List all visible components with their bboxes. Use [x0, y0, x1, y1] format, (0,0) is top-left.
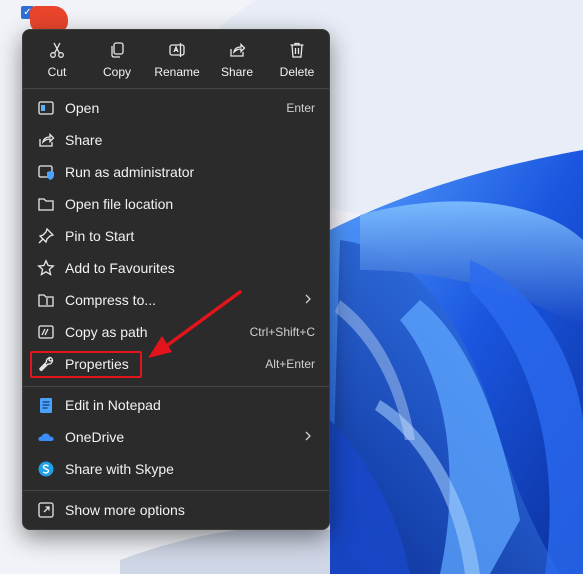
rename-button[interactable]: Rename	[148, 36, 206, 84]
cut-button[interactable]: Cut	[28, 36, 86, 84]
share-icon	[37, 131, 55, 149]
menu-item-label: Share	[65, 132, 103, 148]
menu-item-label: Compress to...	[65, 292, 157, 308]
quick-actions-toolbar: Cut Copy Rename Share Delete	[23, 30, 329, 88]
menu-item-share[interactable]: Share	[27, 125, 325, 155]
shortcut-text: Ctrl+Shift+C	[249, 325, 315, 339]
menu-item-add-to-favourites[interactable]: Add to Favourites	[27, 253, 325, 283]
menu-item-label: Show more options	[65, 502, 185, 518]
share-button[interactable]: Share	[208, 36, 266, 84]
menu-separator	[23, 490, 329, 491]
menu-item-compress-to[interactable]: Compress to...	[27, 285, 325, 315]
menu-item-copy-as-path[interactable]: Copy as path Ctrl+Shift+C	[27, 317, 325, 347]
folder-icon	[37, 195, 55, 213]
rename-label: Rename	[154, 65, 200, 79]
cut-label: Cut	[47, 65, 67, 79]
context-menu: Cut Copy Rename Share Delete Open Enter …	[22, 29, 330, 530]
more-options-icon	[37, 501, 55, 519]
pin-icon	[37, 227, 55, 245]
shortcut-text: Enter	[286, 101, 315, 115]
menu-item-show-more-options[interactable]: Show more options	[27, 495, 325, 525]
shortcut-text: Alt+Enter	[265, 357, 315, 371]
menu-item-label: OneDrive	[65, 429, 125, 445]
menu-item-label: Open	[65, 100, 100, 116]
share-icon	[208, 38, 266, 62]
menu-item-label: Edit in Notepad	[65, 397, 161, 413]
menu-item-share-with-skype[interactable]: Share with Skype	[27, 454, 325, 484]
scissors-icon	[28, 38, 86, 62]
menu-item-edit-in-notepad[interactable]: Edit in Notepad	[27, 390, 325, 420]
copy-button[interactable]: Copy	[88, 36, 146, 84]
trash-icon	[268, 38, 326, 62]
menu-separator	[23, 386, 329, 387]
menu-item-label: Copy as path	[65, 324, 148, 340]
star-icon	[37, 259, 55, 277]
menu-item-run-as-administrator[interactable]: Run as administrator	[27, 157, 325, 187]
skype-icon	[37, 460, 55, 478]
open-icon	[37, 99, 55, 117]
menu-item-pin-to-start[interactable]: Pin to Start	[27, 221, 325, 251]
properties-highlight-box	[30, 351, 142, 378]
menu-item-open-file-location[interactable]: Open file location	[27, 189, 325, 219]
menu-item-label: Open file location	[65, 196, 174, 212]
menu-item-label: Share with Skype	[65, 461, 174, 477]
rename-icon	[148, 38, 206, 62]
zip-folder-icon	[37, 291, 55, 309]
menu-item-label: Add to Favourites	[65, 260, 175, 276]
chevron-right-icon	[301, 427, 315, 445]
menu-item-label: Run as administrator	[65, 164, 195, 180]
chevron-right-icon	[301, 290, 315, 308]
delete-button[interactable]: Delete	[268, 36, 326, 84]
menu-item-label: Pin to Start	[65, 228, 135, 244]
copy-icon	[88, 38, 146, 62]
menu-separator	[23, 88, 329, 89]
shield-icon	[37, 163, 55, 181]
delete-label: Delete	[279, 65, 315, 79]
copy-label: Copy	[102, 65, 131, 79]
share-label: Share	[220, 65, 254, 79]
desktop: ✓ Cut Copy Rename Share Delete Open Ente…	[0, 0, 583, 574]
copy-path-icon	[37, 323, 55, 341]
cloud-icon	[37, 428, 55, 446]
menu-item-onedrive[interactable]: OneDrive	[27, 422, 325, 452]
notepad-icon	[37, 396, 55, 414]
menu-item-open[interactable]: Open Enter	[27, 93, 325, 123]
